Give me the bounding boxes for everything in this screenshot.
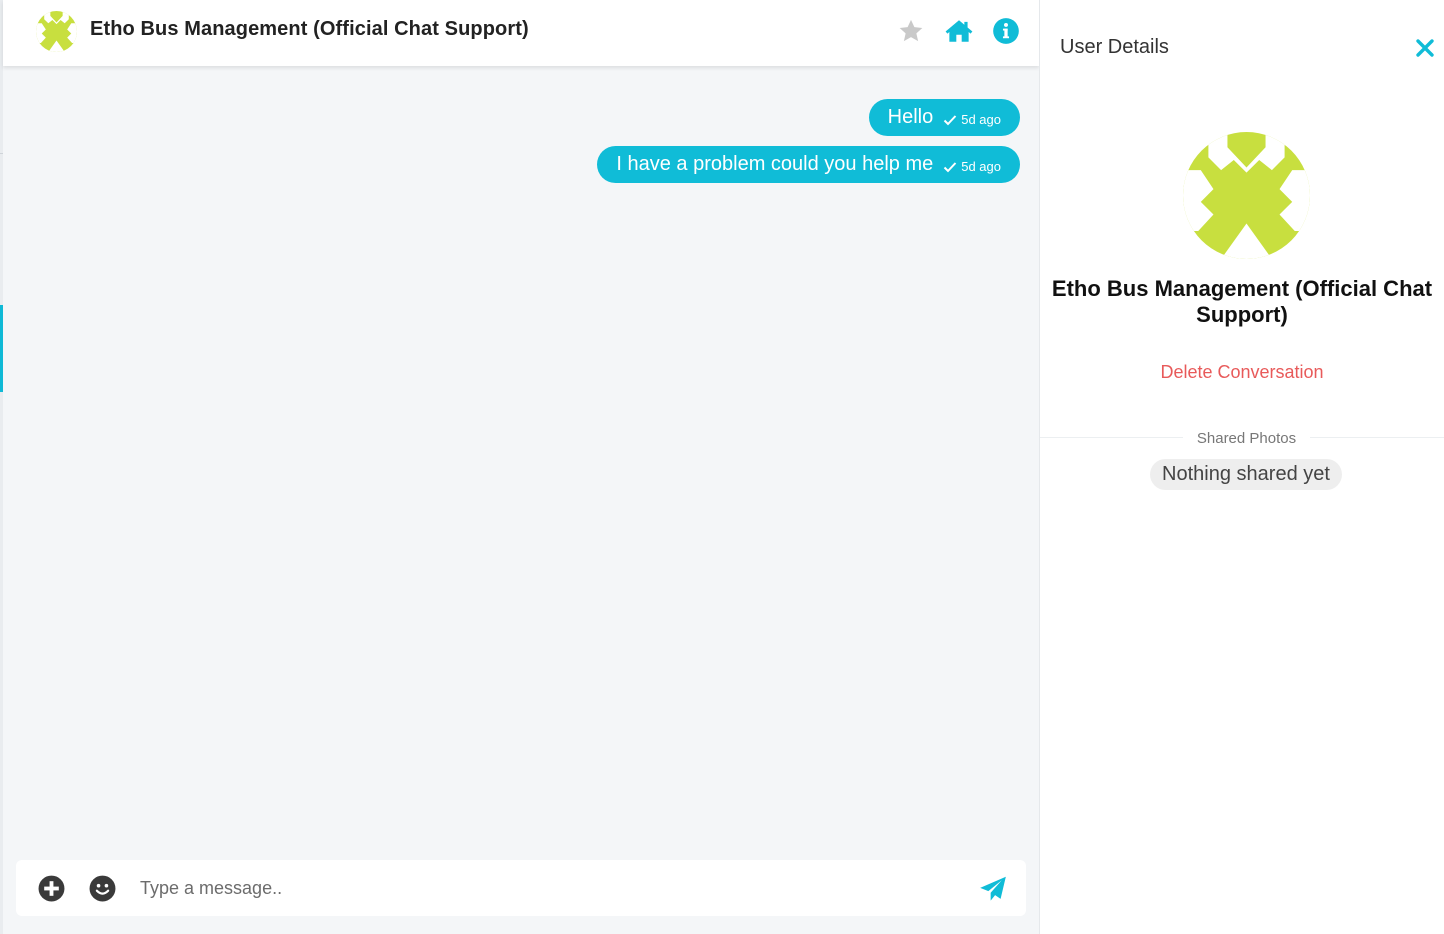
message-input[interactable] — [140, 872, 960, 904]
avatar-pattern-icon — [1183, 132, 1310, 259]
info-icon[interactable] — [991, 16, 1021, 46]
delete-conversation-link[interactable]: Delete Conversation — [1040, 362, 1444, 383]
message-bubble[interactable]: I have a problem could you help me 5d ag… — [597, 146, 1020, 183]
send-icon[interactable] — [978, 874, 1008, 904]
message-text: I have a problem could you help me — [616, 153, 934, 175]
chat-header: Etho Bus Management (Official Chat Suppo… — [3, 0, 1039, 66]
message-meta: 5d ago — [943, 159, 1001, 174]
user-details-panel: User Details Etho Bus Management (Offici… — [1040, 0, 1444, 934]
message-time: 5d ago — [961, 159, 1001, 174]
shared-photos-label: Shared Photos — [1183, 430, 1310, 447]
profile-name: Etho Bus Management (Official Chat Suppo… — [1051, 276, 1433, 327]
emoji-icon[interactable] — [88, 874, 116, 902]
check-icon — [944, 161, 957, 172]
message-meta: 5d ago — [943, 112, 1001, 127]
panel-title: User Details — [1060, 36, 1169, 58]
profile-avatar — [1183, 132, 1310, 259]
check-icon — [944, 114, 957, 125]
chat-area: Etho Bus Management (Official Chat Suppo… — [3, 0, 1039, 934]
message-bubble[interactable]: Hello 5d ago — [868, 99, 1020, 136]
empty-shared-badge: Nothing shared yet — [1150, 459, 1342, 490]
message-composer — [16, 860, 1026, 916]
close-icon[interactable] — [1413, 36, 1437, 60]
avatar-pattern-icon — [36, 11, 77, 52]
chat-title: Etho Bus Management (Official Chat Suppo… — [90, 18, 529, 40]
contact-avatar[interactable] — [36, 11, 77, 52]
star-icon[interactable] — [896, 16, 926, 46]
add-icon[interactable] — [37, 874, 65, 902]
message-list: Hello 5d ago I have a problem could you … — [3, 66, 1039, 856]
message-time: 5d ago — [961, 112, 1001, 127]
message-text: Hello — [887, 106, 934, 128]
home-icon[interactable] — [944, 16, 974, 46]
